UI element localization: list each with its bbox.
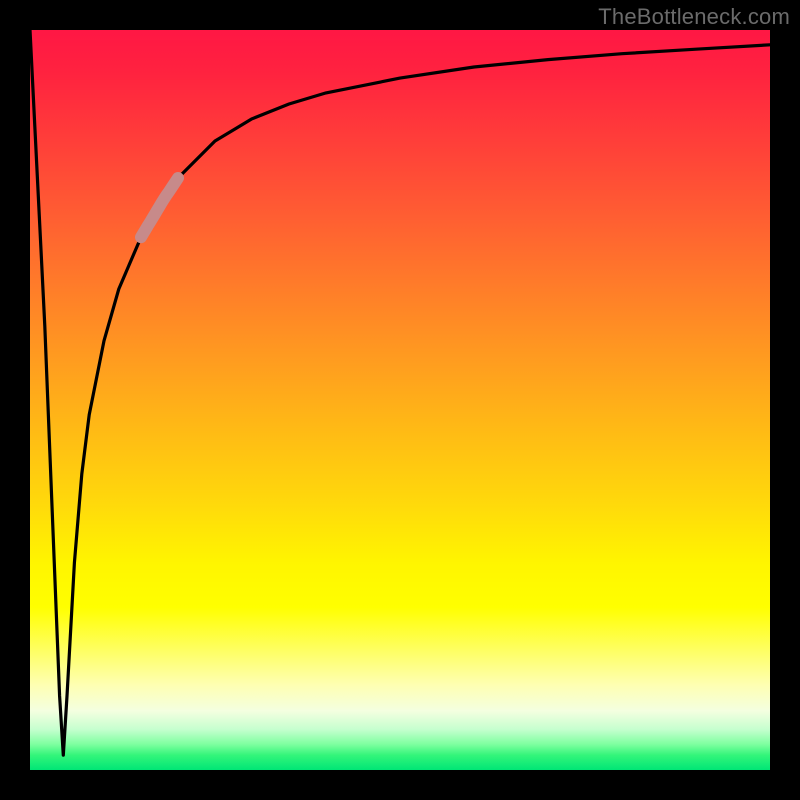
attribution-label: TheBottleneck.com bbox=[598, 4, 790, 30]
plot-area bbox=[30, 30, 770, 770]
main-curve bbox=[30, 30, 770, 755]
chart-frame: TheBottleneck.com bbox=[0, 0, 800, 800]
curve-highlight bbox=[141, 178, 178, 237]
curve-svg bbox=[30, 30, 770, 770]
